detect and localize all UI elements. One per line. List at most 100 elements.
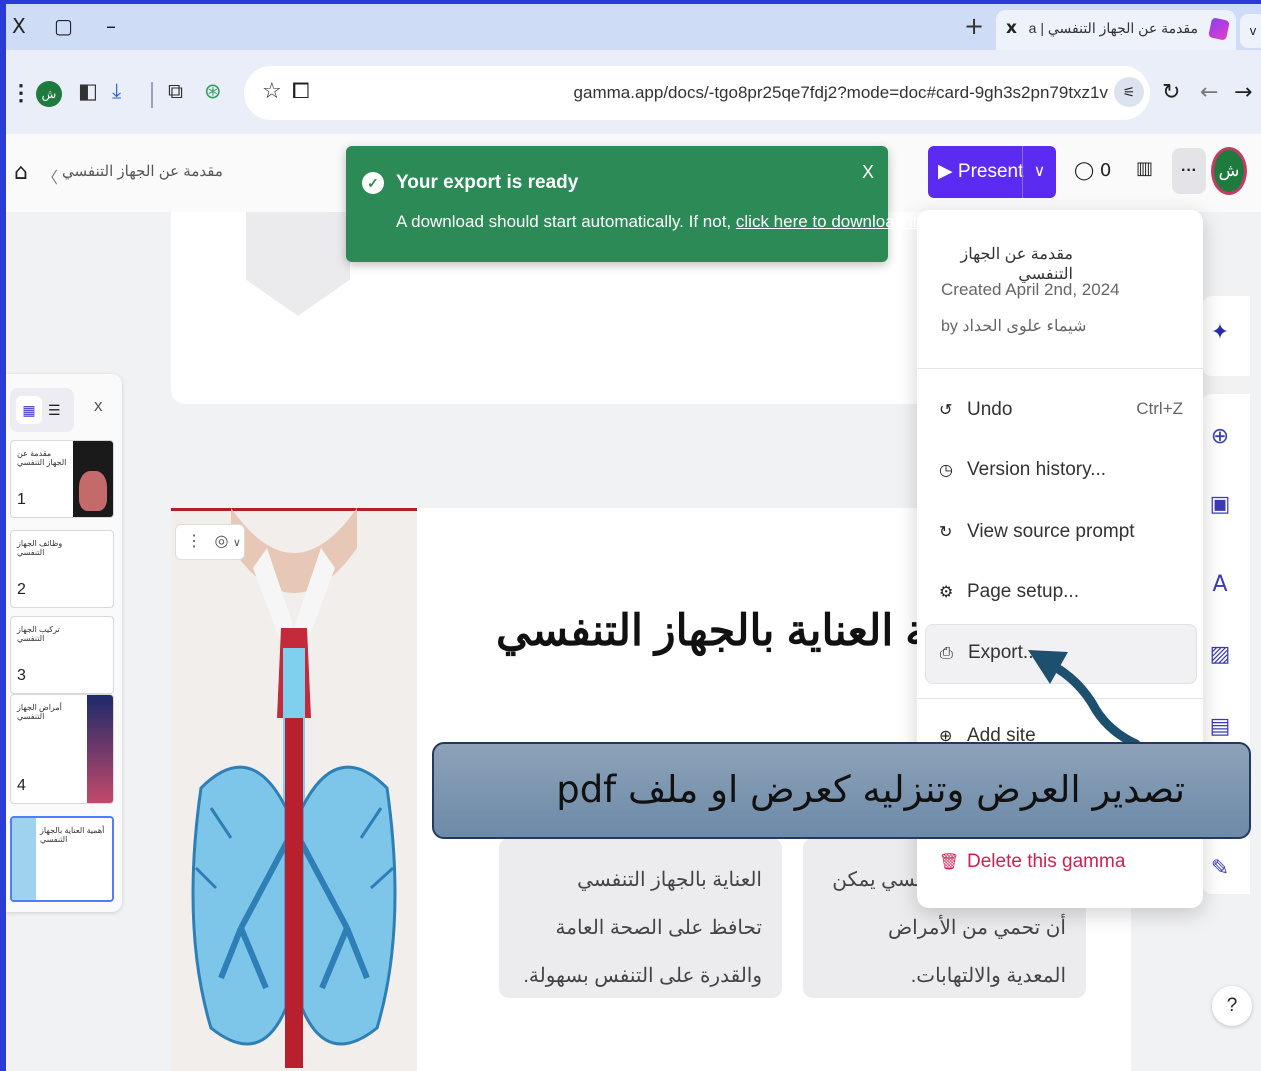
menu-item-view-source-prompt[interactable]: ↻ View source prompt	[925, 504, 1197, 564]
back-icon[interactable]: ←	[1200, 80, 1218, 105]
thumbnail-title: مقدمة عن الجهاز التنفسي	[17, 449, 67, 467]
grid-view-icon[interactable]: ▦	[16, 396, 42, 424]
check-icon: ✓	[362, 172, 384, 194]
chevron-down-icon[interactable]: ∨	[233, 537, 241, 549]
gamma-app: ⌂ 〈 مقدمة عن الجهاز التنفسي ▶ Present ∨ …	[6, 134, 1261, 1071]
chevron-down-icon[interactable]: ∨	[1022, 146, 1056, 198]
thumbnail-title: أهمية العناية بالجهاز التنفسي	[40, 826, 105, 844]
translate-icon[interactable]: ⊛	[204, 79, 222, 103]
export-ready-toast: ✓ Your export is ready A download should…	[346, 146, 922, 262]
toast-body: A download should start automatically. I…	[396, 212, 923, 231]
undo-icon: ↺	[939, 400, 953, 419]
breadcrumb-chevron-icon: 〈	[42, 170, 59, 187]
palette-icon[interactable]: ◎	[214, 533, 228, 550]
close-window-icon[interactable]: X	[12, 14, 26, 38]
prompt-icon: ↻	[939, 522, 953, 541]
help-button[interactable]: ?	[1212, 986, 1252, 1026]
trash-icon: 🗑	[939, 852, 960, 871]
download-icon[interactable]: ⤓	[112, 79, 121, 104]
minimize-window-icon[interactable]: –	[106, 14, 116, 38]
thumbnail-title: وظائف الجهاز التنفسي	[17, 539, 63, 557]
comments-count: 0	[1099, 160, 1112, 181]
panel-close-icon[interactable]: x	[94, 396, 103, 416]
menu-item-delete[interactable]: 🗑 Delete this gamma	[925, 834, 1197, 894]
new-tab-button[interactable]: +	[964, 12, 984, 40]
cast-icon[interactable]: ⧠	[292, 79, 310, 104]
menu-item-label: Version history...	[967, 459, 1107, 480]
user-avatar[interactable]: ش	[1211, 147, 1247, 195]
menu-doc-title: مقدمة عن الجهاز التنفسي	[960, 246, 1073, 283]
edit-icon[interactable]: ✎	[1206, 856, 1234, 881]
menu-item-label: View source prompt	[967, 521, 1135, 542]
download-link[interactable]: click here to download it.	[736, 212, 922, 231]
slide-number: 4	[17, 777, 26, 794]
layout-icon[interactable]: ▣	[1206, 492, 1234, 517]
browser-toolbar: ⋮ ش ◧ ⤓ ⧉ ⊛ ☆ ⧠ gamma.app/docs/-tgo8pr25…	[6, 50, 1261, 134]
tab-close-icon[interactable]: x	[1006, 18, 1017, 38]
analytics-icon[interactable]: ▥	[1136, 158, 1153, 179]
clock-icon: ◷	[939, 460, 953, 479]
menu-item-label: Delete this gamma	[967, 851, 1126, 872]
export-icon: ⎙	[940, 643, 953, 662]
home-icon[interactable]: ⌂	[14, 160, 28, 185]
comments-button[interactable]: ◯ 0	[1074, 160, 1111, 181]
present-button[interactable]: ▶ Present ∨	[928, 146, 1056, 198]
browser-tab[interactable]: x مقدمة عن الجهاز التنفسي | Gamma	[996, 10, 1236, 50]
sidebar-icon[interactable]: ◧	[78, 79, 98, 103]
reload-icon[interactable]: ↻	[1162, 80, 1180, 105]
extensions-icon[interactable]: ⧉	[168, 79, 183, 104]
tab-strip: X ▢ – + x مقدمة عن الجهاز التنفسي | Gamm…	[6, 4, 1261, 50]
block-handle-toolbar[interactable]: ⋮ ◎ ∨	[175, 524, 245, 560]
star-icon[interactable]: ☆	[262, 79, 282, 104]
menu-divider	[917, 368, 1203, 369]
slide-number: 2	[17, 581, 26, 598]
toolbar-divider	[151, 82, 153, 108]
ai-sparkle-icon[interactable]: ✦	[1206, 320, 1234, 345]
menu-icon[interactable]: ⋮	[10, 80, 32, 106]
menu-item-version-history[interactable]: ◷ Version history...	[925, 442, 1197, 502]
content-column-left[interactable]: العناية بالجهاز التنفسي تحافظ على الصحة …	[499, 838, 782, 998]
comment-icon: ◯	[1074, 160, 1095, 181]
thumbnail-image	[12, 818, 36, 900]
view-toggle: ▦ ☰	[10, 388, 74, 432]
menu-created-date: Created April 2nd, 2024	[941, 280, 1120, 299]
drag-handle-icon[interactable]: ⋮	[186, 533, 202, 550]
slide-number: 1	[17, 491, 26, 508]
list-view-icon[interactable]: ☰	[48, 396, 61, 424]
image-icon[interactable]: ▨	[1206, 642, 1234, 667]
present-label: ▶ Present	[938, 161, 1024, 182]
slide-thumbnail-1[interactable]: مقدمة عن الجهاز التنفسي 1	[10, 440, 114, 518]
profile-avatar[interactable]: ش	[36, 81, 62, 107]
thumbnail-image	[87, 695, 113, 803]
menu-author: by شيماء علوى الحداد	[941, 318, 1087, 335]
maximize-window-icon[interactable]: ▢	[54, 14, 73, 38]
menu-item-undo[interactable]: ↺ Undo Ctrl+Z	[925, 382, 1197, 442]
breadcrumb[interactable]: مقدمة عن الجهاز التنفسي	[62, 162, 223, 180]
menu-item-label: Page setup...	[967, 581, 1079, 602]
thumbnail-image	[73, 441, 113, 517]
address-bar[interactable]: ☆ ⧠ gamma.app/docs/-tgo8pr25qe7fdj2?mode…	[244, 66, 1150, 120]
slide-thumbnail-5[interactable]: أهمية العناية بالجهاز التنفسي 5	[10, 816, 114, 902]
forward-icon[interactable]: →	[1234, 80, 1252, 105]
slide-thumbnail-3[interactable]: تركيب الجهاز التنفسي 3	[10, 616, 114, 694]
more-options-button[interactable]: ···	[1172, 148, 1206, 194]
thumbnail-title: أمراض الجهاز التنفسي	[17, 703, 62, 721]
video-icon[interactable]: ▤	[1206, 714, 1234, 739]
menu-item-page-setup[interactable]: ⚙ Page setup...	[925, 564, 1197, 624]
tune-icon[interactable]: ⚟	[1114, 77, 1144, 107]
thumbnail-title: تركيب الجهاز التنفسي	[17, 625, 60, 643]
gamma-logo-icon	[1208, 17, 1230, 41]
url-text[interactable]: gamma.app/docs/-tgo8pr25qe7fdj2?mode=doc…	[574, 83, 1108, 103]
add-card-icon[interactable]: ⊕	[1206, 424, 1234, 449]
slide-thumbnail-2[interactable]: وظائف الجهاز التنفسي 2	[10, 530, 114, 608]
slides-panel: ▦ ☰ x مقدمة عن الجهاز التنفسي 1 وظائف ال…	[6, 374, 122, 912]
menu-item-shortcut: Ctrl+Z	[1136, 399, 1183, 418]
toast-close-icon[interactable]: X	[862, 162, 874, 183]
slide-number: 3	[17, 667, 26, 684]
text-format-icon[interactable]: A	[1206, 572, 1234, 597]
slide-thumbnail-4[interactable]: أمراض الجهاز التنفسي 4	[10, 694, 114, 804]
toast-title: Your export is ready	[396, 172, 579, 193]
tab-search-button[interactable]: v	[1240, 14, 1261, 48]
lungs-image: ⋮ ◎ ∨	[171, 508, 417, 1071]
menu-item-label: Undo	[967, 399, 1013, 420]
